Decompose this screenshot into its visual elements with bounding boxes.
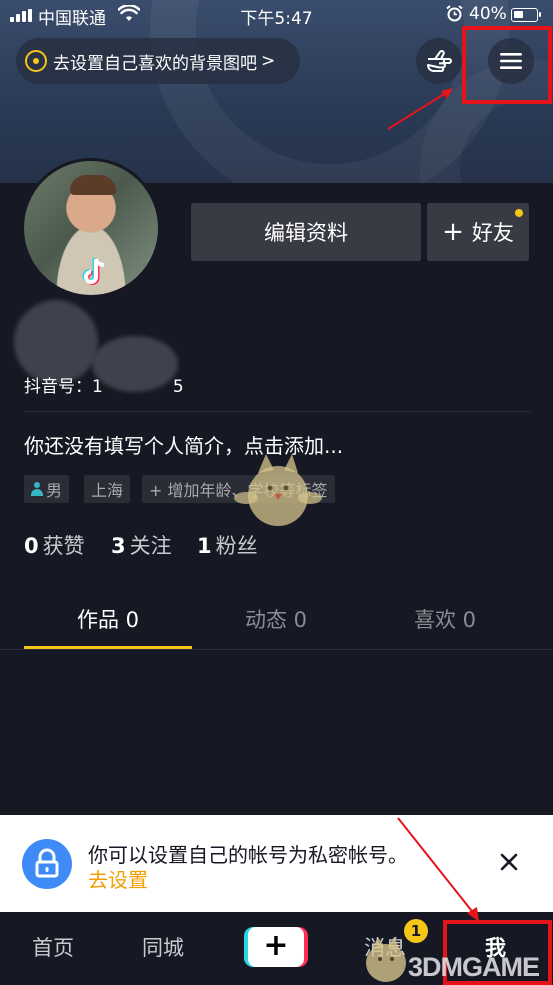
menu-highlight-box	[462, 26, 552, 104]
likes-count: 0 获赞	[24, 534, 85, 558]
annotation-arrow-to-me	[397, 817, 479, 922]
edit-profile-button[interactable]: 编辑资料	[191, 203, 421, 261]
pointing-hand-icon	[427, 50, 452, 72]
notification-dot	[515, 209, 523, 217]
battery-icon	[511, 8, 541, 22]
privacy-setup-link[interactable]: 去设置	[88, 864, 148, 893]
plus-icon: +	[248, 927, 304, 967]
tab-likes[interactable]: 喜欢 0	[353, 604, 537, 634]
avatar[interactable]	[21, 158, 161, 298]
tab-moments[interactable]: 动态 0	[184, 604, 368, 634]
following-count[interactable]: 3 关注	[111, 530, 172, 560]
nav-home[interactable]: 首页	[32, 932, 74, 962]
nav-nearby[interactable]: 同城	[142, 932, 184, 962]
set-background-hint-label: 去设置自己喜欢的背景图吧	[53, 53, 257, 74]
gender-label: 男	[46, 481, 63, 500]
gesture-button[interactable]	[416, 38, 462, 84]
lock-icon	[22, 839, 72, 889]
tiktok-logo-icon	[82, 258, 105, 285]
target-dot-icon	[25, 50, 47, 72]
close-icon[interactable]	[495, 848, 523, 876]
location-tag[interactable]: 上海	[84, 475, 131, 503]
set-background-hint[interactable]: 去设置自己喜欢的背景图吧 >	[16, 38, 300, 84]
add-friend-label: 好友	[471, 221, 514, 245]
edit-profile-label: 编辑资料	[264, 221, 348, 245]
watermark-text: 3DMGAME	[408, 952, 540, 982]
person-icon	[31, 482, 43, 496]
add-friend-button[interactable]: + 好友	[427, 203, 529, 261]
gender-tag[interactable]: 男	[24, 475, 70, 503]
tabs-divider	[0, 649, 553, 650]
divider	[24, 411, 531, 412]
douyin-id: 抖音号：1 5	[24, 372, 184, 397]
alarm-clock-icon	[446, 5, 463, 22]
tab-works[interactable]: 作品 0	[16, 604, 200, 634]
chevron-right-icon: >	[261, 51, 276, 71]
douyin-id-suffix: 5	[172, 377, 184, 397]
location-label: 上海	[91, 481, 124, 500]
douyin-id-label: 抖音号：1	[24, 377, 103, 397]
battery-percentage: 40%	[469, 4, 507, 24]
followers-count[interactable]: 1 粉丝	[197, 530, 258, 560]
watermark-logo-icon	[366, 937, 406, 982]
create-video-button[interactable]: +	[244, 927, 308, 967]
annotation-arrow-to-menu	[387, 88, 453, 130]
watermark-mascot-icon	[234, 454, 322, 526]
plus-icon: +	[442, 217, 464, 247]
